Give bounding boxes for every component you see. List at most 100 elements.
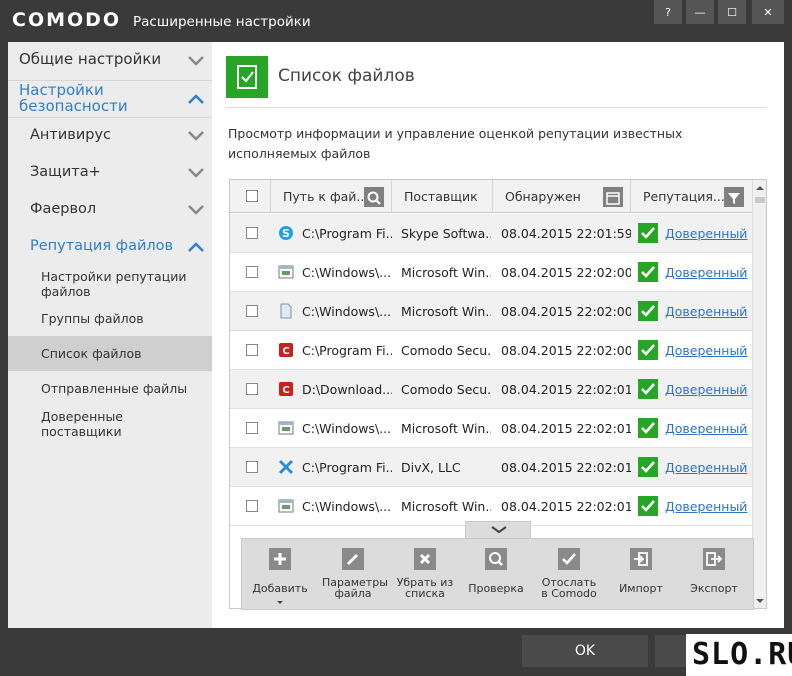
sidebar-item-firewall[interactable]: Фаервол [30,201,212,221]
chevron-down-icon [188,205,204,215]
sidebar-item-defense[interactable]: Защита+ [30,164,212,184]
row-checkbox[interactable] [246,383,258,395]
sidebar-item-reputation[interactable]: Репутация файлов [30,238,212,258]
remove-button[interactable]: Убрать из списка [390,539,460,611]
export-label: Экспорт [690,582,738,595]
chevron-up-icon [188,94,204,104]
table-row[interactable]: C:\Windows\... Microsoft Win... 08.04.2015… [230,292,752,331]
help-button[interactable]: ? [654,0,682,24]
sidebar-item-label: Фаервол [30,201,97,217]
sidebar-item-trusted-vendors[interactable]: Доверенные поставщики [41,409,151,439]
table-row[interactable]: S C:\Program Fi... Skype Softwa... 08.04.20… [230,214,752,253]
page-description: Просмотр информации и управление оценкой… [228,126,683,161]
close-button[interactable]: ✕ [752,0,784,24]
header-path-label: Путь к фай... [283,189,369,204]
window-icon [278,498,294,514]
trusted-check-icon [638,457,658,477]
cell-date: 08.04.2015 22:02:01 [501,382,631,397]
trusted-check-icon [638,301,658,321]
send-button[interactable]: Отослать в Comodo [534,539,604,611]
row-checkbox[interactable] [246,227,258,239]
export-button[interactable]: Экспорт [679,539,749,611]
sidebar-item-general[interactable]: Общие настройки [19,50,212,74]
cell-path: C:\Windows\... [302,304,392,319]
filter-icon[interactable] [724,187,744,207]
reputation-link[interactable]: Доверенный [665,409,747,448]
reputation-link[interactable]: Доверенный [665,253,747,292]
import-label: Импорт [619,582,663,595]
sidebar-item-submitted[interactable]: Отправленные файлы [41,381,206,396]
sidebar-item-label: Общие настройки [19,50,162,68]
reputation-link[interactable]: Доверенный [665,448,747,487]
cell-path: C:\Windows\... [302,499,392,514]
x-icon [414,548,436,570]
window-icon [278,420,294,436]
send-label: Отослать в Comodo [541,576,597,600]
cell-path: C:\Program Fi... [302,226,392,241]
reputation-link[interactable]: Доверенный [665,292,747,331]
sidebar-item-label: Настройки безопасности [19,81,128,115]
trusted-check-icon [638,340,658,360]
trusted-check-icon [638,379,658,399]
window-icon [278,264,294,280]
sidebar-item-file-groups[interactable]: Группы файлов [41,311,206,326]
cell-vendor: Skype Softwa... [401,226,491,241]
svg-text:S: S [282,227,290,240]
import-icon [630,548,652,570]
remove-label: Убрать из списка [396,576,454,600]
svg-text:C: C [282,346,289,357]
header-path[interactable]: Путь к фай... [271,180,392,213]
scroll-thumb[interactable] [755,197,765,203]
cell-path: C:\Windows\... [302,421,392,436]
sidebar-item-file-list[interactable]: Список файлов [41,346,206,361]
plus-icon [269,548,291,570]
reputation-link[interactable]: Доверенный [665,331,747,370]
select-all-checkbox[interactable] [246,190,258,202]
header-reputation-label: Репутация... [643,189,725,204]
import-button[interactable]: Импорт [606,539,676,611]
row-checkbox[interactable] [246,500,258,512]
reputation-link[interactable]: Доверенный [665,487,747,526]
header-reputation[interactable]: Репутация... [631,180,752,213]
header-found[interactable]: Обнаружен [493,180,631,213]
cell-vendor: Comodo Secu... [401,343,491,358]
row-checkbox[interactable] [246,422,258,434]
header-vendor[interactable]: Поставщик [392,180,493,213]
row-checkbox[interactable] [246,461,258,473]
main-content: Список файлов Просмотр информации и упра… [212,42,784,628]
calendar-icon[interactable] [603,187,623,207]
title-bar: COMODO Расширенные настройки ? — ☐ ✕ [0,0,792,42]
file-params-label: Параметры файла [322,576,388,600]
row-checkbox[interactable] [246,266,258,278]
search-icon[interactable] [364,187,384,207]
svg-text:C: C [282,385,289,396]
cell-date: 08.04.2015 22:02:00 [501,343,631,358]
reputation-link[interactable]: Доверенный [665,370,747,409]
row-checkbox[interactable] [246,305,258,317]
table-row[interactable]: C:\Program Fi... DivX, LLC 08.04.2015 22:0… [230,448,752,487]
maximize-button[interactable]: ☐ [718,0,746,24]
chevron-down-icon [188,56,204,66]
sidebar-item-rep-settings[interactable]: Настройки репутации файлов [41,269,206,299]
row-checkbox[interactable] [246,344,258,356]
add-button[interactable]: Добавить [245,539,315,611]
ok-button[interactable]: OK [522,635,648,667]
cell-date: 08.04.2015 22:02:01 [501,421,631,436]
minimize-button[interactable]: — [686,0,714,24]
sidebar-item-label: Защита+ [30,164,101,180]
pencil-icon [342,548,364,570]
table-row[interactable]: C D:\Download... Comodo Secu... 08.04.2015 … [230,370,752,409]
check-button[interactable]: Проверка [461,539,531,611]
cell-vendor: DivX, LLC [401,460,461,475]
cell-date: 08.04.2015 22:02:00 [501,265,631,280]
reputation-link[interactable]: Доверенный [665,214,747,253]
sidebar-item-security[interactable]: Настройки безопасности [19,80,212,116]
add-label: Добавить [252,582,308,595]
table-row[interactable]: C:\Windows\... Microsoft Win... 08.04.2015… [230,409,752,448]
sidebar-item-antivirus[interactable]: Антивирус [30,127,212,147]
table-row[interactable]: C:\Windows\... Microsoft Win... 08.04.2015… [230,253,752,292]
file-params-button[interactable]: Параметры файла [318,539,388,611]
vertical-scrollbar[interactable] [752,180,766,608]
watermark-logo: SLO.RU [686,634,792,676]
table-row[interactable]: C C:\Program Fi... Comodo Secu... 08.04.201… [230,331,752,370]
